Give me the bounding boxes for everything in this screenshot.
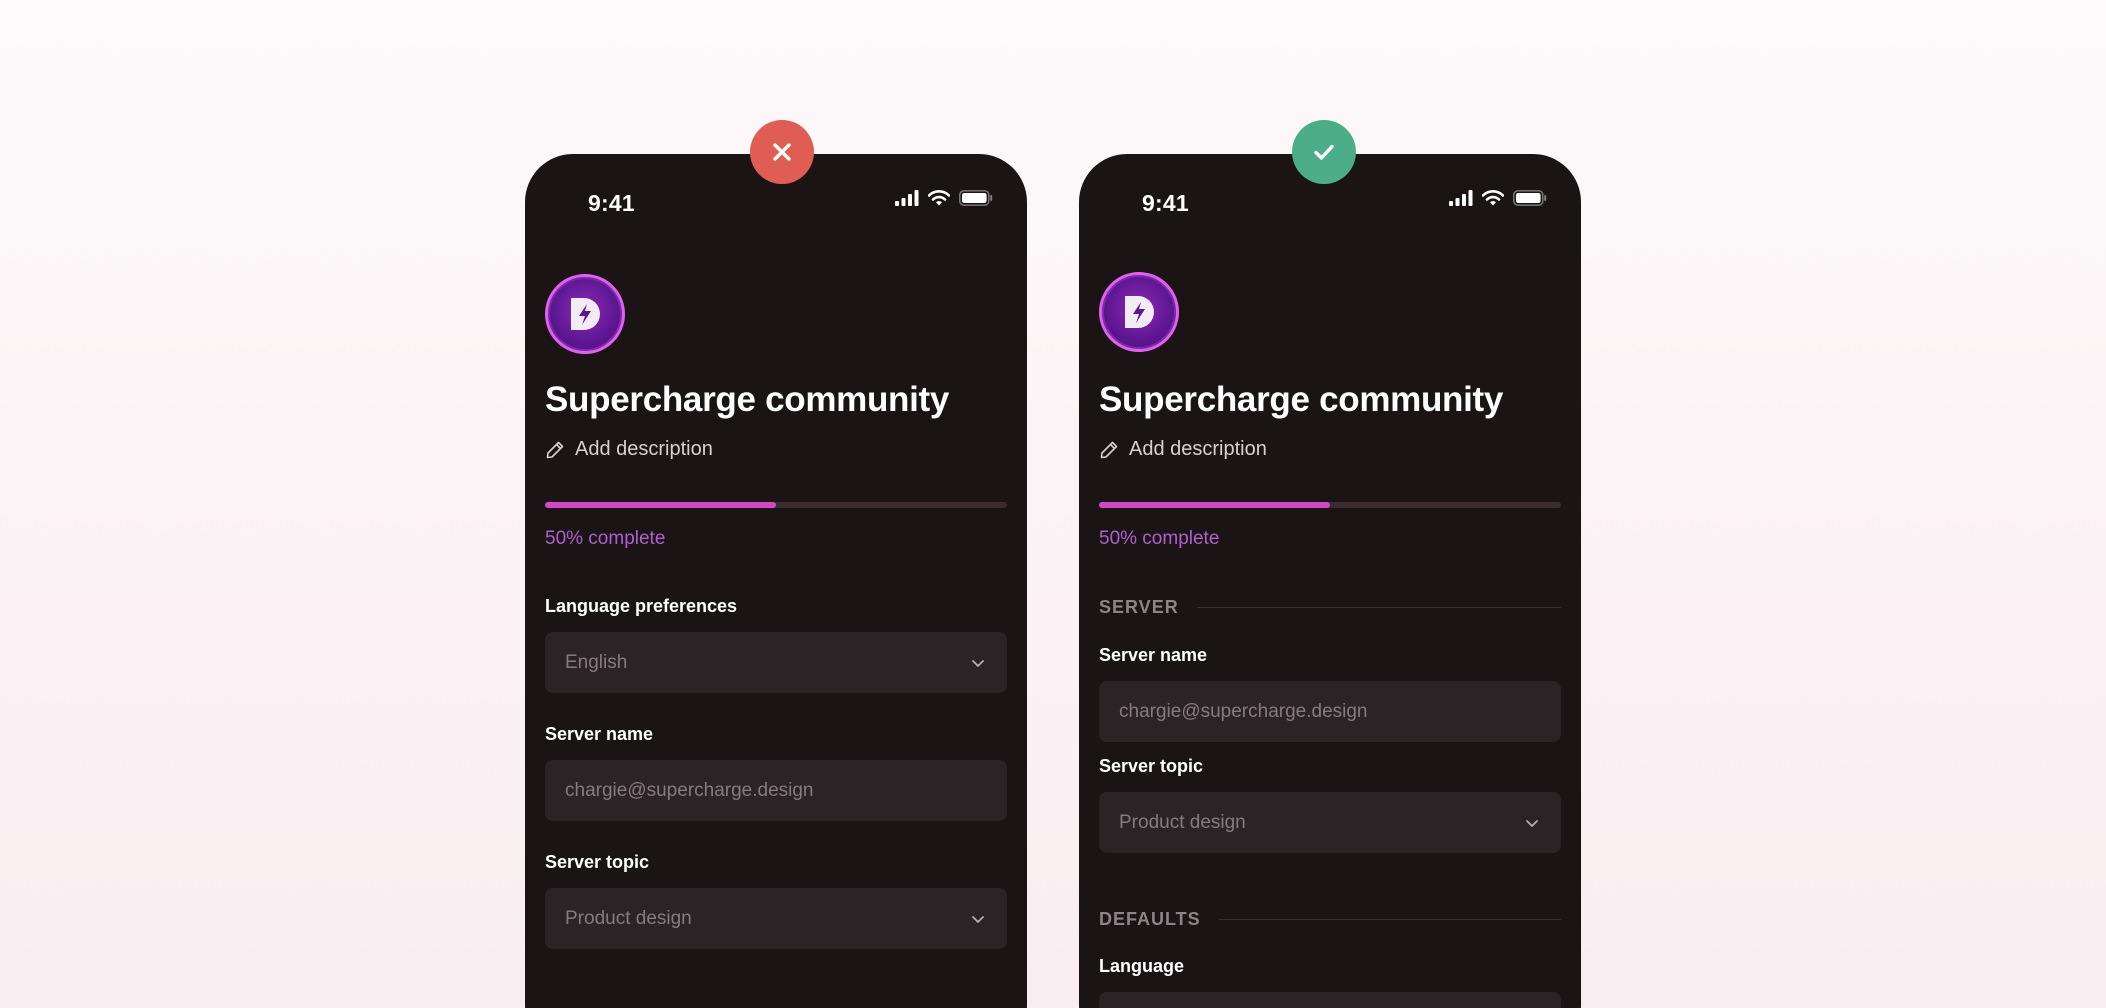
server-topic-value: Product design — [1119, 811, 1246, 833]
language-select[interactable] — [1099, 992, 1561, 1008]
phone-good-example: 9:41 Supercharge community Add descripti… — [1079, 154, 1581, 1008]
language-label: Language preferences — [545, 596, 738, 616]
language-label: Language — [1099, 956, 1185, 976]
server-name-label: Server name — [545, 724, 654, 744]
community-logo — [1099, 272, 1179, 352]
close-icon — [773, 143, 791, 161]
server-topic-value: Product design — [565, 907, 692, 929]
section-title: SERVER — [1099, 597, 1179, 617]
server-name-label: Server name — [1099, 645, 1208, 665]
server-name-input[interactable]: chargie@supercharge.design — [1099, 681, 1561, 742]
section-server: SERVER — [1099, 597, 1561, 618]
chevron-down-icon — [972, 659, 984, 667]
progress-bar — [1099, 502, 1561, 508]
status-time: 9:41 — [1142, 190, 1189, 216]
language-select[interactable]: English — [545, 632, 1007, 693]
page-title: Supercharge community — [545, 380, 950, 419]
battery-icon — [959, 190, 993, 206]
pencil-icon — [1100, 441, 1118, 458]
wifi-icon — [928, 190, 950, 206]
check-icon — [1314, 144, 1334, 160]
server-topic-label: Server topic — [1099, 756, 1204, 776]
incorrect-badge — [750, 120, 814, 184]
chevron-down-icon — [972, 915, 984, 923]
wifi-icon — [1482, 190, 1504, 206]
section-defaults: DEFAULTS — [1099, 909, 1561, 930]
add-description-label: Add description — [575, 438, 713, 460]
server-topic-label: Server topic — [545, 852, 650, 872]
progress-bar — [545, 502, 1007, 508]
server-name-placeholder: chargie@supercharge.design — [1119, 700, 1368, 722]
signal-icon — [1449, 190, 1473, 206]
progress-fill — [545, 502, 776, 508]
status-bar: 9:41 — [1079, 178, 1581, 218]
add-description-label: Add description — [1129, 438, 1267, 460]
chevron-down-icon — [1526, 819, 1538, 827]
section-divider — [1218, 919, 1561, 920]
community-logo — [545, 274, 625, 354]
server-topic-select[interactable]: Product design — [1099, 792, 1561, 853]
server-name-input[interactable]: chargie@supercharge.design — [545, 760, 1007, 821]
battery-icon — [1513, 190, 1547, 206]
section-divider — [1196, 607, 1561, 608]
phone-bad-example: 9:41 Supercharge community Add descripti… — [525, 154, 1027, 1008]
status-time: 9:41 — [588, 190, 635, 216]
server-topic-select[interactable]: Product design — [545, 888, 1007, 949]
server-name-placeholder: chargie@supercharge.design — [565, 779, 814, 801]
pencil-icon — [546, 441, 564, 458]
lightning-d-icon — [1125, 296, 1154, 328]
section-title: DEFAULTS — [1099, 909, 1201, 929]
correct-badge — [1292, 120, 1356, 184]
progress-label: 50% complete — [1099, 528, 1220, 549]
add-description-button[interactable]: Add description — [1099, 438, 1267, 461]
signal-icon — [895, 190, 919, 206]
progress-fill — [1099, 502, 1330, 508]
add-description-button[interactable]: Add description — [545, 438, 713, 461]
status-bar: 9:41 — [525, 178, 1027, 218]
page-title: Supercharge community — [1099, 380, 1504, 419]
lightning-d-icon — [571, 298, 600, 330]
progress-label: 50% complete — [545, 528, 666, 549]
language-value: English — [565, 651, 628, 673]
